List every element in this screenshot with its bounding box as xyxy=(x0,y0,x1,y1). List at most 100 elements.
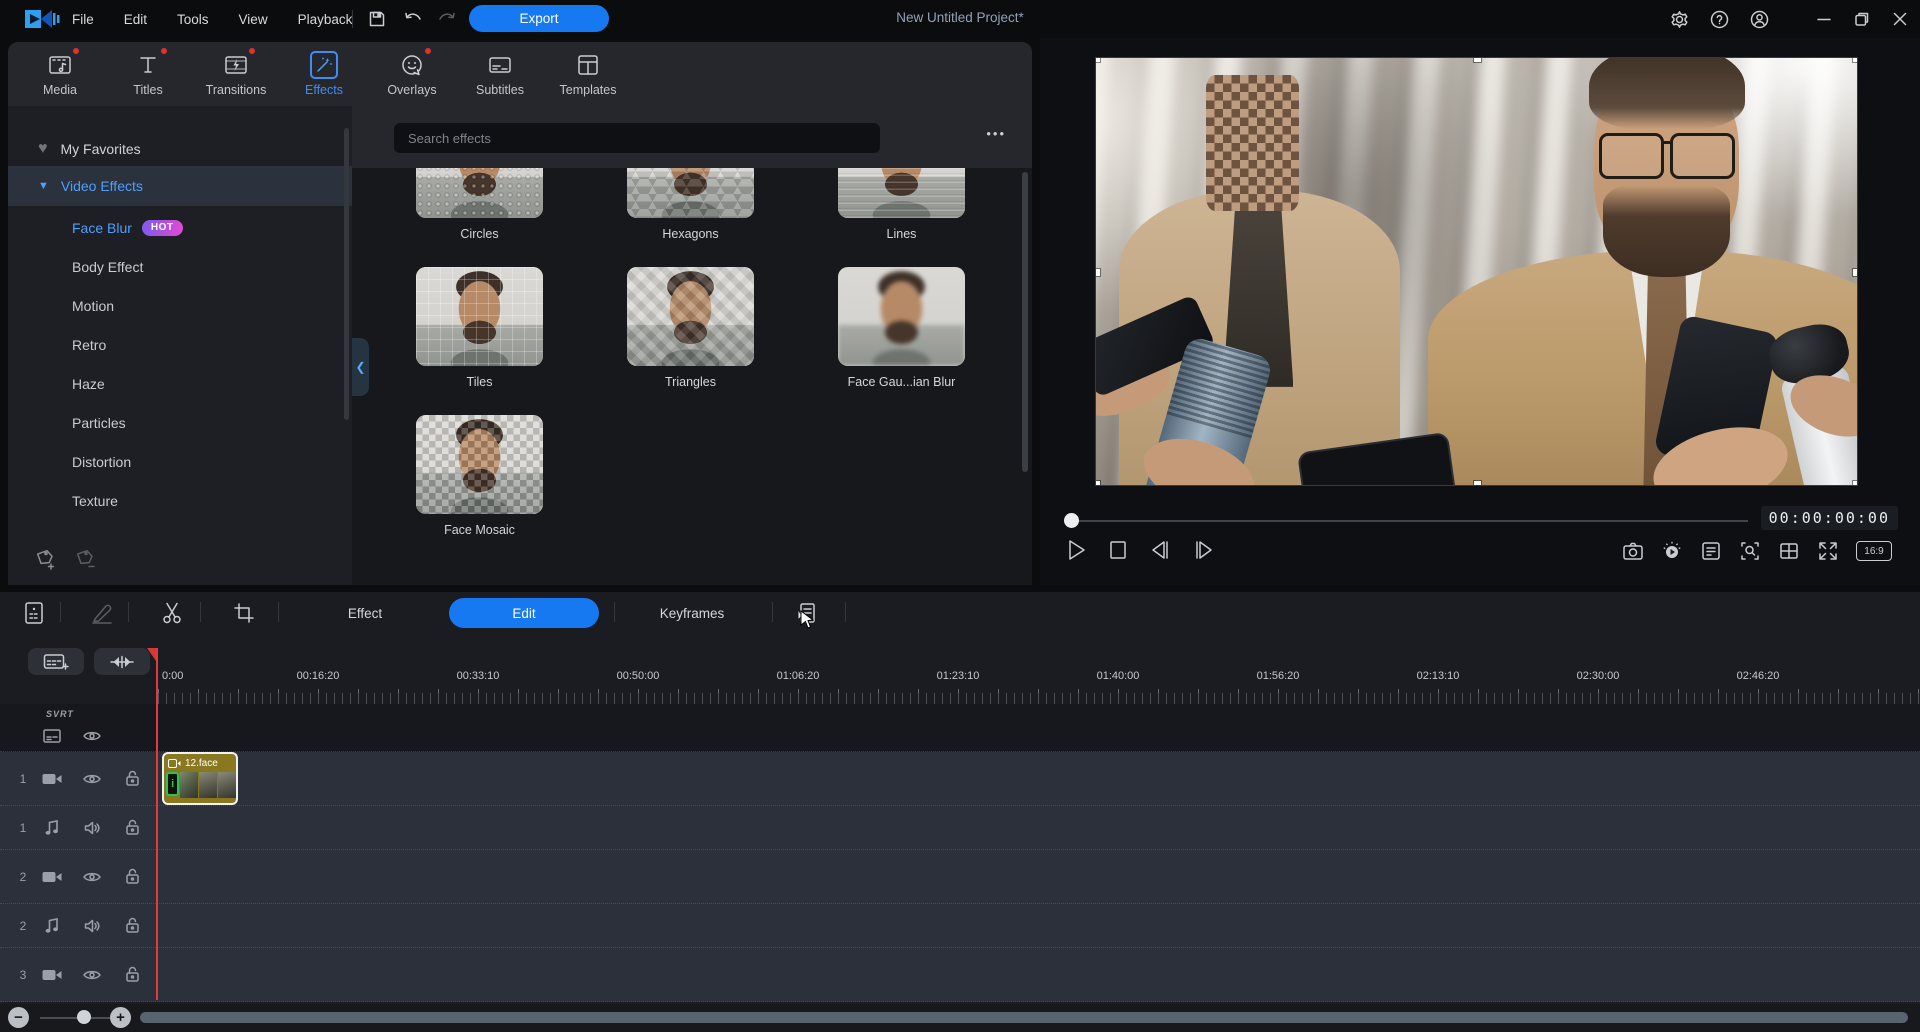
aspect-ratio-button[interactable]: 16:9 xyxy=(1856,541,1892,561)
audio-track-row[interactable]: 1 xyxy=(0,806,1920,850)
selection-handle[interactable] xyxy=(1096,481,1100,485)
sidebar-item[interactable]: Particles xyxy=(8,403,352,442)
timeline-clip[interactable]: 12.face i xyxy=(162,752,238,805)
zoom-in-button[interactable]: + xyxy=(110,1007,131,1028)
split-marker-button[interactable] xyxy=(94,648,150,675)
video-track-row[interactable]: 3 xyxy=(0,948,1920,1002)
playhead[interactable] xyxy=(156,648,158,1000)
sidebar-item[interactable]: Retro xyxy=(8,325,352,364)
lock-icon[interactable] xyxy=(122,867,142,887)
next-frame-button[interactable] xyxy=(1192,538,1216,562)
selection-handle[interactable] xyxy=(1853,269,1857,276)
add-tag-icon[interactable] xyxy=(34,547,58,571)
sidebar-item-my-favorites[interactable]: ♥ My Favorites xyxy=(8,132,352,166)
play-button[interactable] xyxy=(1066,538,1088,562)
selection-handle[interactable] xyxy=(1474,481,1481,485)
designer-pen-icon[interactable] xyxy=(90,601,114,625)
tab-edit[interactable]: Edit xyxy=(449,598,599,628)
selection-handle[interactable] xyxy=(1096,269,1100,276)
selection-handle[interactable] xyxy=(1853,58,1857,62)
fullscreen-icon[interactable] xyxy=(1817,540,1839,562)
crop-icon[interactable] xyxy=(232,601,256,625)
zoom-tool-icon[interactable] xyxy=(1739,540,1761,562)
help-icon[interactable] xyxy=(1708,8,1730,30)
effect-card[interactable]: Lines xyxy=(838,168,965,241)
render-preview-icon[interactable] xyxy=(1661,540,1683,562)
zoom-out-button[interactable]: − xyxy=(8,1007,29,1028)
minimize-button[interactable] xyxy=(1812,7,1836,31)
eye-icon[interactable] xyxy=(82,726,102,746)
eye-icon[interactable] xyxy=(82,965,102,985)
remove-tag-icon[interactable] xyxy=(74,547,98,571)
account-icon[interactable] xyxy=(1748,8,1770,30)
save-icon[interactable] xyxy=(366,8,388,30)
restore-button[interactable] xyxy=(1850,7,1874,31)
menu-item[interactable]: Edit xyxy=(124,12,147,27)
effect-card[interactable]: Hexagons xyxy=(627,168,754,241)
tab-subtitles[interactable]: Subtitles xyxy=(456,44,544,104)
eye-icon[interactable] xyxy=(82,867,102,887)
sidebar-item[interactable]: Body Effect xyxy=(8,247,352,286)
tab-titles[interactable]: Titles xyxy=(104,44,192,104)
sidebar-item[interactable]: Distortion xyxy=(8,442,352,481)
effects-scrollbar[interactable] xyxy=(1022,172,1028,472)
tab-effects[interactable]: Effects xyxy=(280,44,368,104)
lock-icon[interactable] xyxy=(122,965,142,985)
stop-button[interactable] xyxy=(1108,538,1128,562)
seek-handle[interactable] xyxy=(1064,513,1079,528)
redo-icon[interactable] xyxy=(436,8,458,30)
speaker-icon[interactable] xyxy=(82,916,102,936)
preview-video[interactable] xyxy=(1096,58,1857,485)
close-button[interactable] xyxy=(1888,7,1912,31)
undo-icon[interactable] xyxy=(402,8,424,30)
previous-frame-button[interactable] xyxy=(1148,538,1172,562)
menu-item[interactable]: Tools xyxy=(177,12,209,27)
video-track-row[interactable]: 2 xyxy=(0,850,1920,904)
sidebar-item[interactable]: Face Blur HOT xyxy=(8,208,352,247)
sidebar-item[interactable]: Motion xyxy=(8,286,352,325)
menu-item[interactable]: Playback xyxy=(298,12,353,27)
more-options-icon[interactable]: ••• xyxy=(986,126,1006,141)
selection-handle[interactable] xyxy=(1474,58,1481,62)
selection-handle[interactable] xyxy=(1853,481,1857,485)
camera-snapshot-icon[interactable] xyxy=(1622,540,1644,562)
sidebar-scrollbar[interactable] xyxy=(344,128,349,420)
zoom-slider-handle[interactable] xyxy=(77,1010,91,1024)
settings-gear-icon[interactable] xyxy=(1668,8,1690,30)
tab-transitions[interactable]: Transitions xyxy=(192,44,280,104)
tab-overlays[interactable]: Overlays xyxy=(368,44,456,104)
seek-bar[interactable] xyxy=(1072,520,1748,522)
lock-icon[interactable] xyxy=(122,818,142,838)
effect-card[interactable]: Tiles xyxy=(416,267,543,389)
eye-icon[interactable] xyxy=(82,769,102,789)
speaker-icon[interactable] xyxy=(82,818,102,838)
chapter-list-icon[interactable] xyxy=(1700,540,1722,562)
collapse-sidebar-button[interactable]: ❮ xyxy=(352,338,369,396)
lock-icon[interactable] xyxy=(122,916,142,936)
video-track-row[interactable]: 1 xyxy=(0,752,1920,806)
menu-item[interactable]: File xyxy=(72,12,94,27)
sidebar-item[interactable]: Haze xyxy=(8,364,352,403)
add-subtitle-track-button[interactable] xyxy=(28,648,84,675)
sidebar-item[interactable]: Texture xyxy=(8,481,352,520)
tab-keyframes[interactable]: Keyframes xyxy=(617,598,767,628)
menu-item[interactable]: View xyxy=(239,12,268,27)
split-scissors-icon[interactable] xyxy=(160,601,184,625)
split-view-icon[interactable] xyxy=(1778,540,1800,562)
tab-effect[interactable]: Effect xyxy=(290,598,440,628)
effect-card[interactable]: Triangles xyxy=(627,267,754,389)
audio-track-row[interactable]: 2 xyxy=(0,904,1920,948)
timeline-horizontal-scrollbar[interactable] xyxy=(140,1012,1908,1023)
track-manager-icon[interactable] xyxy=(22,601,46,625)
timeline-ruler[interactable]: 0:0000:16:2000:33:1000:50:0001:06:2001:2… xyxy=(150,670,1920,686)
tab-media[interactable]: Media xyxy=(16,44,104,104)
selection-handle[interactable] xyxy=(1096,58,1100,62)
search-input[interactable] xyxy=(394,123,880,153)
svrt-track-row[interactable]: SVRT xyxy=(0,704,1920,752)
export-button[interactable]: Export xyxy=(469,5,609,32)
lock-icon[interactable] xyxy=(122,769,142,789)
tab-templates[interactable]: Templates xyxy=(544,44,632,104)
sidebar-category-video-effects[interactable]: ▼ Video Effects xyxy=(8,166,352,206)
effect-card[interactable]: Circles xyxy=(416,168,543,241)
effect-card[interactable]: Face Mosaic xyxy=(416,415,543,537)
